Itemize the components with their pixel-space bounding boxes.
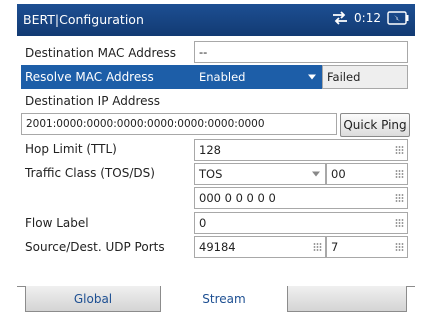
udp-source-port-input[interactable]: 49184	[194, 236, 326, 258]
clock: 0:12	[354, 11, 381, 25]
tab-empty[interactable]	[287, 286, 407, 312]
config-window: BERT|Configuration 0:12 Destination MAC …	[17, 4, 415, 314]
quick-ping-button[interactable]: Quick Ping	[340, 113, 410, 137]
status-area: 0:12	[332, 11, 409, 25]
config-panel: Destination MAC Address -- Resolve MAC A…	[17, 36, 415, 286]
hop-limit-label: Hop Limit (TTL)	[25, 142, 117, 156]
tab-stream[interactable]: Stream	[161, 286, 287, 312]
traffic-class-label: Traffic Class (TOS/DS)	[25, 166, 155, 180]
tab-global[interactable]: Global	[25, 286, 161, 312]
chevron-down-icon[interactable]	[312, 171, 320, 177]
title-bar: BERT|Configuration 0:12	[17, 4, 415, 36]
tab-global-label: Global	[73, 291, 113, 306]
keypad-icon[interactable]	[395, 193, 404, 203]
keypad-icon[interactable]	[395, 145, 404, 155]
resolve-mac-status: Failed	[322, 65, 408, 89]
traffic-class-mode-dropdown[interactable]: TOS	[194, 163, 326, 185]
resolve-mac-label: Resolve MAC Address	[25, 70, 154, 84]
traffic-class-bits-input[interactable]: 000 0 0 0 0 0	[194, 187, 408, 209]
traffic-class-value-input[interactable]: 00	[326, 163, 408, 185]
dest-mac-text: --	[199, 45, 208, 59]
tab-stream-label: Stream	[202, 292, 246, 306]
battery-icon	[387, 11, 409, 25]
traffic-class-mode: TOS	[199, 167, 223, 181]
traffic-class-value: 00	[331, 167, 346, 181]
flow-label-input[interactable]: 0	[194, 212, 408, 234]
resolve-mac-value: Enabled	[199, 70, 246, 84]
chevron-down-icon[interactable]	[308, 74, 316, 80]
resolve-mac-status-text: Failed	[327, 70, 361, 84]
keypad-icon[interactable]	[395, 242, 404, 252]
udp-dest-port: 7	[331, 240, 339, 254]
udp-ports-label: Source/Dest. UDP Ports	[25, 240, 165, 254]
traffic-class-bits: 000 0 0 0 0 0	[199, 191, 276, 205]
dest-ip-text: 2001:0000:0000:0000:0000:0000:0000:0000	[26, 118, 265, 130]
network-activity-icon	[333, 11, 348, 25]
dest-ip-input[interactable]: 2001:0000:0000:0000:0000:0000:0000:0000	[21, 113, 337, 135]
hop-limit-input[interactable]: 128	[194, 139, 408, 161]
dest-ip-label: Destination IP Address	[25, 94, 161, 108]
tab-bar: Global Stream	[17, 286, 415, 314]
hop-limit-value: 128	[199, 143, 221, 157]
flow-label-label: Flow Label	[25, 216, 89, 230]
udp-dest-port-input[interactable]: 7	[326, 236, 408, 258]
udp-source-port: 49184	[199, 240, 236, 254]
resolve-mac-dropdown[interactable]: Enabled	[194, 65, 322, 89]
window-title: BERT|Configuration	[23, 12, 144, 27]
quick-ping-label: Quick Ping	[343, 118, 407, 132]
dest-mac-label: Destination MAC Address	[25, 46, 177, 60]
flow-label-value: 0	[199, 216, 207, 230]
keypad-icon[interactable]	[395, 169, 404, 179]
keypad-icon[interactable]	[395, 218, 404, 228]
keypad-icon[interactable]	[313, 242, 322, 252]
dest-mac-value: --	[194, 41, 408, 63]
